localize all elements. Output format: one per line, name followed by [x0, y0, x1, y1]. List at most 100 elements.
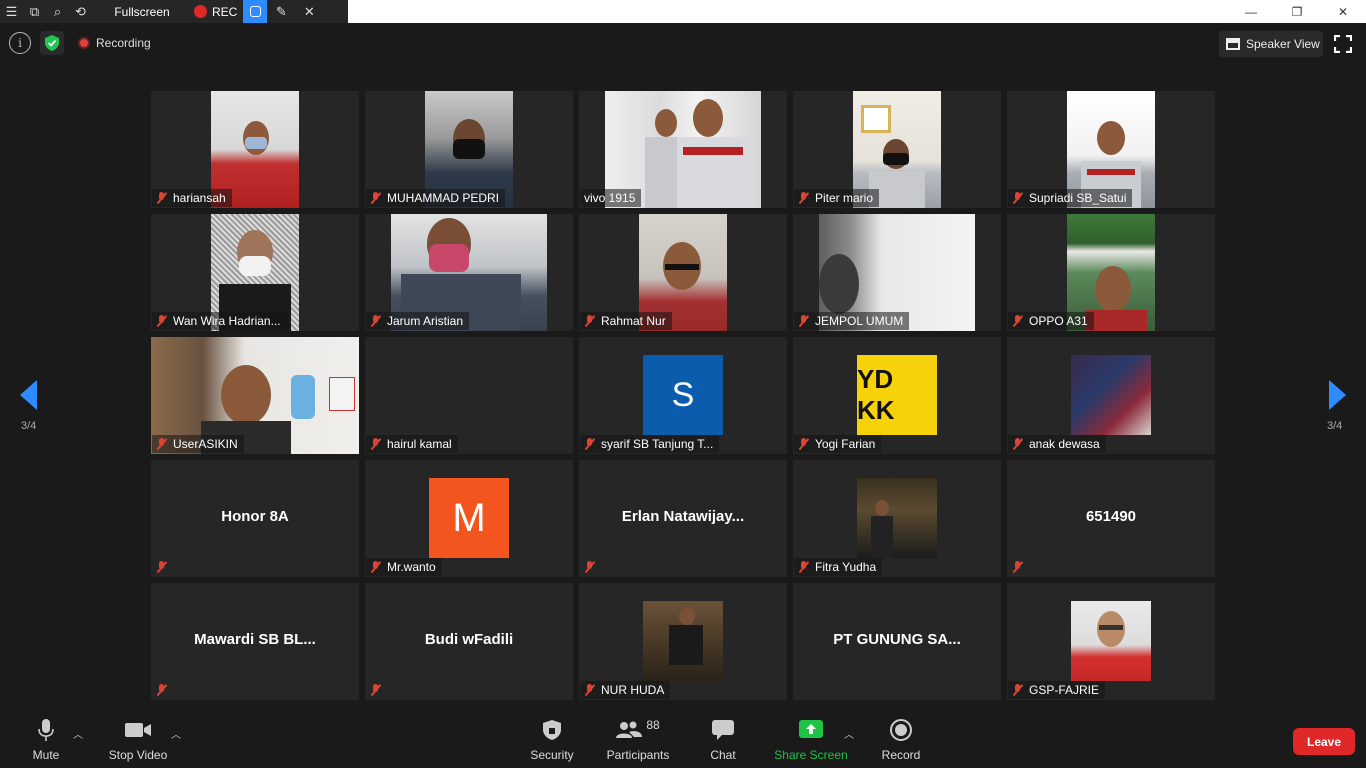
video-tile[interactable]: vivo 1915 [579, 91, 787, 208]
mic-muted-icon [370, 561, 381, 573]
annotate-select-icon[interactable] [243, 0, 268, 23]
participant-name: GSP-FAJRIE [1029, 683, 1100, 697]
participant-name-tag: JEMPOL UMUM [794, 312, 910, 330]
participants-label: Participants [606, 748, 670, 762]
next-page-arrow-icon[interactable] [1329, 380, 1346, 410]
video-tile[interactable]: Jarum Aristian [365, 214, 573, 331]
stop-video-button[interactable]: Stop Video [104, 708, 172, 768]
mute-button[interactable]: Mute [26, 708, 66, 768]
previous-page-arrow-icon[interactable] [20, 380, 37, 410]
new-window-icon[interactable]: ⧉ [23, 0, 46, 23]
shield-icon [542, 716, 562, 744]
rec-button[interactable]: REC [188, 0, 243, 23]
video-tile[interactable]: OPPO A31 [1007, 214, 1215, 331]
page-indicator-left: 3/4 [21, 420, 37, 432]
restore-icon[interactable]: ❐ [1274, 0, 1320, 23]
participant-name: NUR HUDA [601, 683, 665, 697]
video-tile[interactable]: Rahmat Nur [579, 214, 787, 331]
video-tile[interactable]: MUHAMMAD PEDRI [365, 91, 573, 208]
participant-display-name: 651490 [1085, 508, 1137, 525]
close-bar-icon[interactable]: ✕ [295, 0, 323, 23]
info-icon[interactable]: i [9, 32, 31, 54]
rec-dot-icon [194, 5, 207, 18]
mic-muted-icon [370, 684, 381, 696]
profile-avatar: M [429, 478, 509, 558]
leave-meeting-button[interactable]: Leave [1293, 728, 1355, 755]
video-tile[interactable]: Mawardi SB BL... [151, 583, 359, 700]
video-tile[interactable]: Erlan Natawijay... [579, 460, 787, 577]
menu-icon[interactable]: ☰ [0, 0, 23, 23]
participant-name: syarif SB Tanjung T... [601, 437, 714, 451]
mic-muted-icon [156, 438, 167, 450]
rotate-icon[interactable]: ⟲ [69, 0, 92, 23]
video-tile[interactable]: Honor 8A [151, 460, 359, 577]
video-tile[interactable]: hariansah [151, 91, 359, 208]
video-tile[interactable]: NUR HUDA [579, 583, 787, 700]
minimize-icon[interactable]: — [1228, 0, 1274, 23]
video-tile[interactable]: Supriadi SB_Satui [1007, 91, 1215, 208]
video-tile[interactable]: Budi wFadili [365, 583, 573, 700]
meeting-controls-toolbar: Mute ︿ Stop Video ︿ Security 88 Particip… [0, 708, 1366, 768]
speaker-view-button[interactable]: Speaker View [1219, 31, 1323, 57]
participant-name: hairul kamal [387, 437, 452, 451]
video-tile[interactable]: JEMPOL UMUM [793, 214, 1001, 331]
rec-label: REC [212, 4, 238, 19]
participant-name-tag: MUHAMMAD PEDRI [366, 189, 506, 207]
video-tile[interactable]: Fitra Yudha [793, 460, 1001, 577]
video-tile[interactable]: YD KK Yogi Farian [793, 337, 1001, 454]
share-control-bar: ☰ ⧉ ⌕ ⟲ Fullscreen REC ✎ ✕ [0, 0, 348, 23]
participant-display-name: Mawardi SB BL... [194, 631, 316, 648]
fullscreen-icon[interactable] [1334, 35, 1352, 53]
video-tile[interactable]: 651490 [1007, 460, 1215, 577]
page-indicator-right: 3/4 [1327, 420, 1343, 432]
audio-options-caret-icon[interactable]: ︿ [73, 726, 83, 741]
participants-button[interactable]: 88 Participants [603, 708, 673, 768]
share-screen-button[interactable]: Share Screen [774, 708, 848, 768]
video-tile[interactable]: M Mr.wanto [365, 460, 573, 577]
mic-muted-icon [584, 561, 595, 573]
participant-name: UserASIKIN [173, 437, 238, 451]
video-tile[interactable]: anak dewasa [1007, 337, 1215, 454]
participant-name-tag: vivo 1915 [580, 189, 642, 207]
mic-muted-icon [798, 561, 809, 573]
video-tile[interactable]: GSP-FAJRIE [1007, 583, 1215, 700]
participant-name: JEMPOL UMUM [815, 314, 904, 328]
participant-name-tag: hariansah [152, 189, 232, 207]
participant-name-tag: hairul kamal [366, 435, 458, 453]
video-tile[interactable]: hairul kamal [365, 337, 573, 454]
participant-name: vivo 1915 [584, 191, 636, 205]
participant-name-tag: OPPO A31 [1008, 312, 1094, 330]
participant-name: Rahmat Nur [601, 314, 666, 328]
video-options-caret-icon[interactable]: ︿ [171, 726, 181, 741]
close-window-icon[interactable]: ✕ [1320, 0, 1366, 23]
share-options-caret-icon[interactable]: ︿ [844, 726, 854, 741]
participant-name-tag: syarif SB Tanjung T... [580, 435, 720, 453]
video-tile[interactable]: Piter mario [793, 91, 1001, 208]
participant-name: Wan Wira Hadrian... [173, 314, 281, 328]
encryption-shield-icon[interactable] [40, 31, 64, 55]
video-tile[interactable]: PT GUNUNG SA... [793, 583, 1001, 700]
recording-indicator[interactable]: Recording [78, 36, 151, 50]
fullscreen-button[interactable]: Fullscreen [96, 0, 188, 23]
participant-display-name: Honor 8A [221, 508, 289, 525]
record-icon [890, 716, 912, 744]
security-button[interactable]: Security [527, 708, 577, 768]
video-tile[interactable]: S syarif SB Tanjung T... [579, 337, 787, 454]
video-tile[interactable]: Wan Wira Hadrian... [151, 214, 359, 331]
pencil-icon[interactable]: ✎ [267, 0, 295, 23]
chat-button[interactable]: Chat [703, 708, 743, 768]
mic-muted-icon [584, 438, 595, 450]
participant-name-tag: Rahmat Nur [580, 312, 672, 330]
record-button[interactable]: Record [878, 708, 924, 768]
participant-name: OPPO A31 [1029, 314, 1088, 328]
participant-name: anak dewasa [1029, 437, 1100, 451]
participant-name: Mr.wanto [387, 560, 436, 574]
recording-dot-icon [78, 37, 90, 49]
mic-muted-icon [584, 684, 595, 696]
mic-muted-icon [156, 684, 167, 696]
share-screen-icon [799, 716, 823, 744]
mic-muted-icon [1012, 192, 1023, 204]
zoom-view-icon[interactable]: ⌕ [46, 0, 69, 23]
profile-avatar: YD KK [857, 355, 937, 435]
video-tile[interactable]: UserASIKIN [151, 337, 359, 454]
